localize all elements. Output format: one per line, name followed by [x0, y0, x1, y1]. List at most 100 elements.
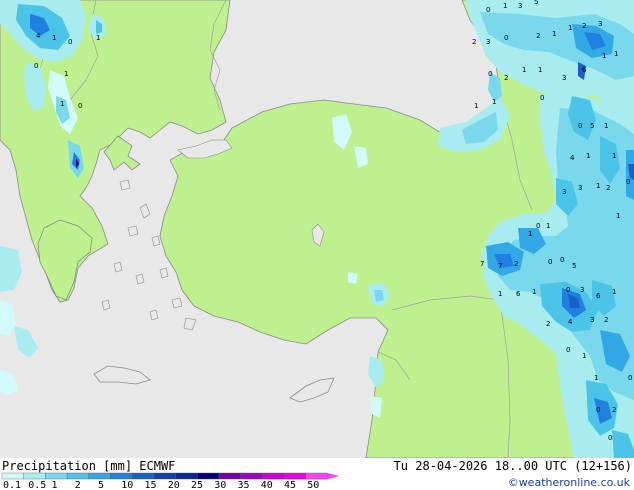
- legend-label: 40: [261, 480, 273, 490]
- precip-value: 1: [64, 70, 68, 78]
- precip-value: 1: [596, 182, 600, 190]
- legend-color-box: [153, 472, 176, 480]
- precip-value: 1: [492, 98, 496, 106]
- precip-value: 1: [538, 66, 542, 74]
- legend-color-box: [218, 472, 241, 480]
- precip-value: 0: [566, 286, 570, 294]
- precip-value: 3: [486, 38, 490, 46]
- legend-label: 0.5: [28, 480, 46, 490]
- legend-label: 15: [145, 480, 157, 490]
- precip-legend: 0.1 0.5 1 2 5 10 15 20 25 30 35 40 45 50: [1, 472, 340, 490]
- precip-value: 0: [608, 434, 612, 442]
- precip-value: 3: [578, 184, 582, 192]
- precip-value: 2: [582, 22, 586, 30]
- legend-label: 1: [52, 480, 58, 490]
- precip-value: 0: [486, 6, 490, 14]
- precipitation-map: 0135410101102302112310613211110051143312…: [0, 0, 634, 459]
- legend-label: 45: [284, 480, 296, 490]
- precip-value: 3: [562, 74, 566, 82]
- precip-value: 0: [596, 406, 600, 414]
- precip-value: 6: [582, 66, 587, 74]
- precip-value: 1: [594, 374, 598, 382]
- legend-color-box: [66, 472, 89, 480]
- precip-value: 2: [472, 38, 476, 46]
- precip-value: 1: [616, 212, 620, 220]
- precip-value: 1: [474, 102, 478, 110]
- map-title: Precipitation [mm] ECMWF: [2, 459, 176, 473]
- legend-color-box: [23, 472, 46, 480]
- precip-value: 1: [614, 50, 618, 58]
- legend-label: 50: [307, 480, 319, 490]
- footer: Precipitation [mm] ECMWF Tu 28-04-2026 1…: [0, 458, 634, 490]
- precip-value: 1: [568, 24, 572, 32]
- precip-value: 1: [546, 222, 550, 230]
- legend-label: 30: [214, 480, 226, 490]
- precip-value: 5: [534, 0, 538, 6]
- legend-label: 35: [238, 480, 250, 490]
- precip-value: 2: [536, 32, 540, 40]
- precip-value: 2: [612, 406, 616, 414]
- precip-value: 2: [604, 316, 608, 324]
- legend-label: 5: [98, 480, 104, 490]
- precip-value: 7: [498, 262, 502, 270]
- precip-value: 4: [570, 154, 575, 162]
- legend-color-scale: [1, 472, 340, 480]
- legend-color-box: [283, 472, 307, 480]
- precip-value: 1: [528, 230, 532, 238]
- legend-label: 20: [168, 480, 180, 490]
- precip-value: 1: [582, 352, 586, 360]
- legend-label: 0.1: [3, 480, 21, 490]
- precip-value: 0: [578, 122, 582, 130]
- precip-value: 2: [504, 74, 508, 82]
- precip-value: 0: [504, 34, 508, 42]
- legend-label: 2: [75, 480, 81, 490]
- legend-label: 25: [191, 480, 203, 490]
- precip-value: 3: [562, 188, 566, 196]
- precip-value: 1: [52, 34, 56, 42]
- legend-color-box: [262, 472, 285, 480]
- precip-value: 5: [590, 122, 594, 130]
- precip-value: 0: [488, 70, 492, 78]
- legend-color-box: [45, 472, 68, 480]
- legend-color-box: [110, 472, 133, 480]
- precip-value: 1: [96, 34, 100, 42]
- precip-value: 2: [546, 320, 550, 328]
- precip-value: 3: [580, 286, 584, 294]
- precip-value: 0: [566, 346, 570, 354]
- precip-value: 0: [628, 374, 632, 382]
- precip-value: 1: [60, 100, 64, 108]
- precip-value: 4: [568, 318, 573, 326]
- legend-arrow-tip: [327, 473, 340, 479]
- legend-color-box: [131, 472, 155, 480]
- credit-link[interactable]: ©weatheronline.co.uk: [508, 476, 630, 489]
- precip-value: 1: [612, 288, 616, 296]
- precip-value: 1: [604, 122, 608, 130]
- precip-value: 3: [590, 316, 594, 324]
- precip-value: 1: [498, 290, 502, 298]
- precip-value: 0: [78, 102, 82, 110]
- precip-value: 6: [596, 292, 601, 300]
- precip-value: 3: [518, 2, 522, 10]
- legend-color-box: [305, 472, 328, 480]
- precip-value: 1: [522, 66, 526, 74]
- precip-value: 1: [552, 30, 556, 38]
- precip-value: 1: [586, 152, 590, 160]
- legend-color-box: [1, 472, 24, 480]
- precip-value: 1: [503, 2, 507, 10]
- valid-time: Tu 28-04-2026 18..00 UTC (12+156): [393, 459, 632, 473]
- precip-value: 7: [480, 260, 484, 268]
- precip-value: 6: [516, 290, 521, 298]
- legend-color-box: [88, 472, 111, 480]
- precip-value: 0: [626, 178, 630, 186]
- precip-value: 0: [560, 256, 564, 264]
- precip-value: 0: [34, 62, 38, 70]
- precip-value: 3: [598, 20, 602, 28]
- precip-value: 0: [536, 222, 540, 230]
- precip-value: 0: [548, 258, 552, 266]
- precip-value: 1: [602, 52, 606, 60]
- legend-color-box: [175, 472, 198, 480]
- precip-value: 5: [572, 262, 576, 270]
- precip-value: 2: [606, 184, 610, 192]
- precip-value: 0: [540, 94, 544, 102]
- legend-color-box: [240, 472, 263, 480]
